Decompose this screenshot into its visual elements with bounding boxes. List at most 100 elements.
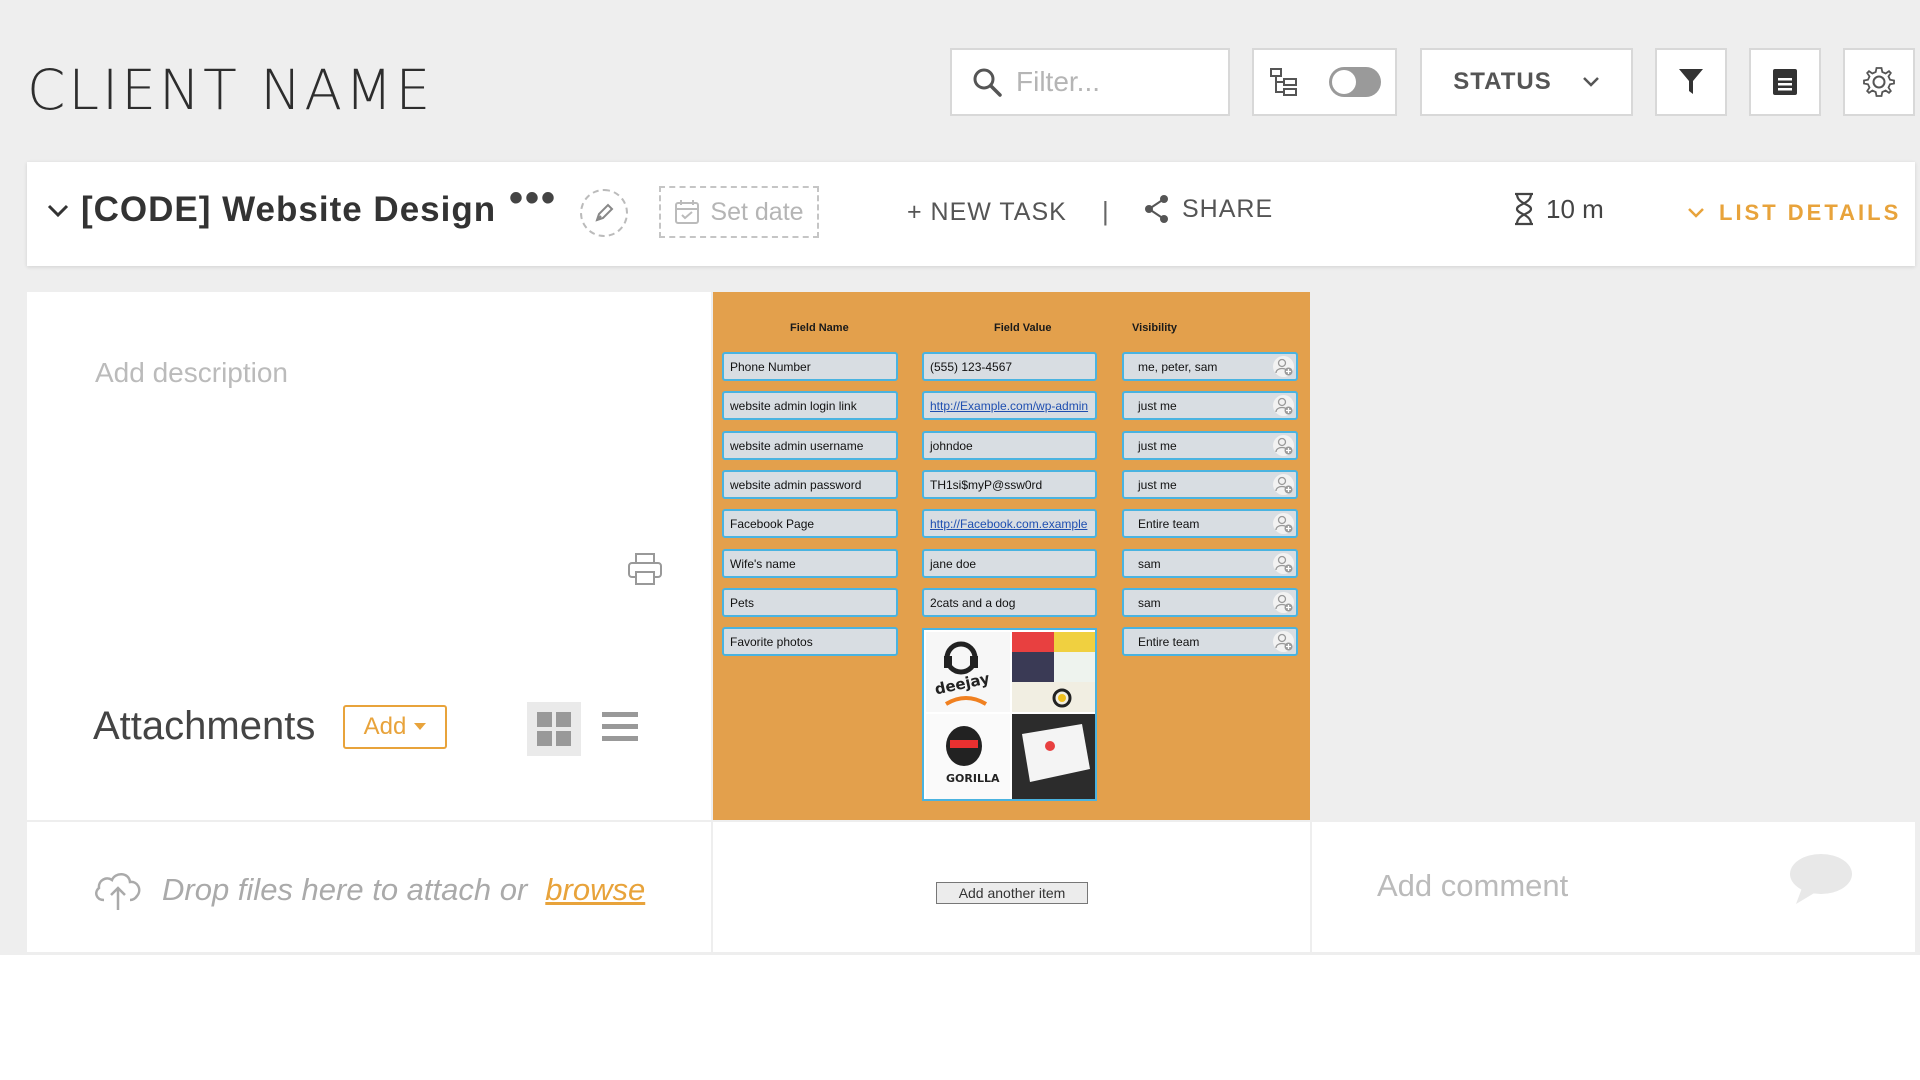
add-user-icon[interactable] [1273, 631, 1294, 652]
add-user-icon[interactable] [1273, 474, 1294, 495]
visibility-cell[interactable]: just me [1122, 431, 1298, 460]
header-field-value: Field Value [994, 322, 1052, 334]
add-user-icon[interactable] [1273, 395, 1294, 416]
add-user-icon[interactable] [1273, 553, 1294, 574]
color-picker-button[interactable] [580, 189, 628, 237]
photo-gorilla[interactable]: GORILLA [926, 714, 1010, 799]
visibility-cell[interactable]: Entire team [1122, 627, 1298, 656]
attachments-heading: Attachments [93, 704, 316, 748]
field-value-cell[interactable]: jane doe [922, 549, 1097, 578]
comment-box[interactable]: Add comment [1312, 822, 1915, 952]
visibility-cell[interactable]: just me [1122, 470, 1298, 499]
grid-view-button[interactable] [527, 702, 581, 756]
subtasks-toggle[interactable] [1328, 67, 1381, 97]
save-view-button[interactable] [1749, 48, 1821, 116]
pen-icon [593, 202, 615, 224]
collapse-chevron-icon[interactable] [47, 204, 69, 218]
photo-deejay[interactable]: deejay [926, 632, 1010, 712]
field-name-cell[interactable]: website admin login link [722, 391, 898, 420]
hourglass-icon [1512, 192, 1536, 226]
visibility-cell[interactable]: Entire team [1122, 509, 1298, 538]
speech-bubble-icon [1788, 852, 1854, 906]
visibility-cell[interactable]: just me [1122, 391, 1298, 420]
list-details-toggle[interactable]: LIST DETAILS [1687, 200, 1901, 226]
field-value-cell[interactable]: http://Example.com/wp-admin [922, 391, 1097, 420]
fields-footer: Add another item [713, 822, 1310, 952]
set-date-label: Set date [710, 197, 804, 226]
set-date-button[interactable]: Set date [659, 186, 819, 238]
header-field-name: Field Name [790, 322, 849, 334]
filter-input[interactable]: Filter... [1016, 66, 1100, 98]
calendar-icon [674, 199, 700, 225]
visibility-cell[interactable]: me, peter, sam [1122, 352, 1298, 381]
cloud-upload-icon [92, 868, 144, 912]
header-visibility: Visibility [1132, 322, 1178, 334]
field-name-cell[interactable]: website admin password [722, 470, 898, 499]
field-name-cell[interactable]: Phone Number [722, 352, 898, 381]
add-user-icon[interactable] [1273, 356, 1294, 377]
field-name-cell[interactable]: Pets [722, 588, 898, 617]
field-name-cell[interactable]: Facebook Page [722, 509, 898, 538]
visibility-value: me, peter, sam [1138, 359, 1218, 374]
field-value-cell[interactable]: 2cats and a dog [922, 588, 1097, 617]
favorite-photos-gallery[interactable]: deejay GORILLA [922, 628, 1097, 801]
visibility-value: sam [1138, 595, 1161, 610]
gorilla-logo-text: GORILLA [946, 772, 1000, 785]
printer-icon[interactable] [627, 552, 663, 586]
add-label: Add [363, 713, 407, 740]
field-value-cell[interactable]: johndoe [922, 431, 1097, 460]
more-options-button[interactable]: ••• [509, 176, 557, 221]
add-another-item-button[interactable]: Add another item [936, 882, 1088, 904]
photo-tile[interactable] [1012, 632, 1054, 652]
photo-tile[interactable] [1054, 652, 1095, 682]
add-user-icon[interactable] [1273, 435, 1294, 456]
toolbar-separator: | [1102, 196, 1109, 226]
visibility-value: Entire team [1138, 634, 1200, 649]
browse-link[interactable]: browse [545, 872, 645, 908]
photo-business-card[interactable] [1012, 714, 1095, 799]
field-name-cell[interactable]: website admin username [722, 431, 898, 460]
add-user-icon[interactable] [1273, 592, 1294, 613]
visibility-cell[interactable]: sam [1122, 549, 1298, 578]
field-value-cell[interactable]: (555) 123-4567 [922, 352, 1097, 381]
share-button[interactable]: SHARE [1144, 194, 1273, 224]
field-name-cell[interactable]: Favorite photos [722, 627, 898, 656]
drop-zone[interactable]: Drop files here to attach or browse [27, 822, 711, 952]
activity-panel [1312, 292, 1915, 820]
description-panel: Add description Attachments Add [27, 292, 711, 820]
hierarchy-toggle-group [1252, 48, 1397, 116]
search-icon [972, 67, 1002, 97]
visibility-value: just me [1138, 398, 1177, 413]
settings-button[interactable] [1843, 48, 1915, 116]
list-details-label: LIST DETAILS [1719, 200, 1902, 225]
hierarchy-icon [1268, 66, 1300, 98]
add-user-icon[interactable] [1273, 513, 1294, 534]
list-header-bar: [CODE] Website Design ••• Set date + NEW… [27, 162, 1915, 266]
new-task-button[interactable]: + NEW TASK [907, 198, 1067, 227]
filter-button[interactable] [1655, 48, 1727, 116]
list-title[interactable]: [CODE] Website Design [81, 190, 496, 230]
field-name-cell[interactable]: Wife's name [722, 549, 898, 578]
time-value: 10 m [1546, 193, 1604, 224]
photo-tile[interactable] [1054, 632, 1095, 652]
list-view-icon[interactable] [602, 710, 638, 744]
field-value-cell[interactable]: TH1si$myP@ssw0rd [922, 470, 1097, 499]
photo-tile[interactable] [1012, 682, 1095, 712]
gear-icon [1862, 65, 1896, 99]
visibility-cell[interactable]: sam [1122, 588, 1298, 617]
add-attachment-button[interactable]: Add [343, 705, 447, 749]
chevron-down-icon [1582, 76, 1600, 88]
drop-files-text: Drop files here to attach or [162, 872, 528, 907]
visibility-value: just me [1138, 438, 1177, 453]
visibility-value: Entire team [1138, 516, 1200, 531]
add-comment-input[interactable]: Add comment [1377, 868, 1568, 904]
field-value-cell[interactable]: http://Facebook.com.example [922, 509, 1097, 538]
status-dropdown[interactable]: STATUS [1420, 48, 1633, 116]
funnel-icon [1678, 68, 1704, 96]
photo-tile[interactable] [1012, 652, 1054, 682]
visibility-value: sam [1138, 556, 1161, 571]
filter-search-box[interactable]: Filter... [950, 48, 1230, 116]
caret-down-icon [414, 723, 427, 731]
add-description-field[interactable]: Add description [95, 357, 288, 389]
time-tracker[interactable]: 10 m [1512, 192, 1604, 226]
